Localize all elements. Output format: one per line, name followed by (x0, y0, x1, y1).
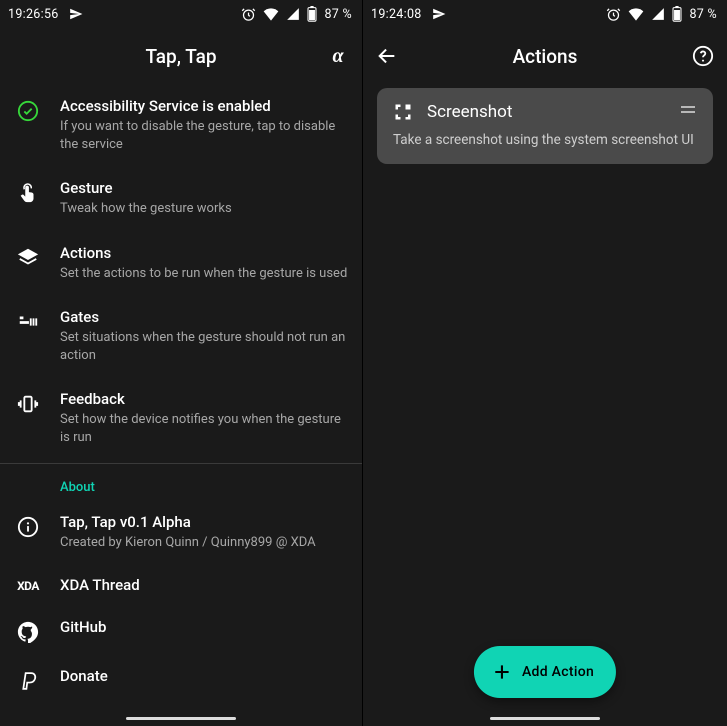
item-title: Gesture (60, 179, 348, 197)
item-sub: Set situations when the gesture should n… (60, 329, 348, 364)
paypal-icon (18, 670, 38, 692)
settings-list: Accessibility Service is enabled If you … (0, 84, 362, 726)
signal-icon (286, 7, 300, 21)
github-icon (17, 621, 39, 643)
status-battery: 87 % (324, 7, 352, 22)
touch-icon (17, 182, 39, 204)
add-action-button[interactable]: Add Action (474, 646, 616, 698)
send-icon (432, 7, 446, 21)
item-gesture[interactable]: Gesture Tweak how the gesture works (0, 166, 362, 231)
item-title: XDA Thread (60, 576, 348, 594)
item-actions[interactable]: Actions Set the actions to be run when t… (0, 231, 362, 296)
gate-icon (17, 311, 39, 333)
check-circle-icon (17, 100, 39, 122)
battery-icon (672, 6, 682, 22)
action-card-screenshot[interactable]: Screenshot Take a screenshot using the s… (377, 88, 713, 164)
alarm-icon (241, 7, 256, 22)
item-title: Donate (60, 667, 348, 685)
status-time: 19:24:08 (371, 7, 422, 22)
battery-icon (307, 6, 317, 22)
divider (0, 463, 362, 464)
card-title: Screenshot (427, 102, 512, 122)
signal-icon (651, 7, 665, 21)
arrow-back-icon (376, 45, 398, 67)
drag-handle-icon[interactable] (681, 106, 695, 113)
nav-indicator[interactable] (490, 717, 600, 720)
fullscreen-exit-icon (393, 102, 413, 122)
status-battery: 87 % (689, 7, 717, 22)
status-bar: 19:26:56 87 % (0, 0, 362, 28)
item-sub: Created by Kieron Quinn / Quinny899 @ XD… (60, 534, 348, 552)
about-label: About (0, 466, 362, 501)
item-title: Gates (60, 308, 348, 326)
help-button[interactable] (679, 45, 727, 67)
item-title: GitHub (60, 618, 348, 636)
item-title: Feedback (60, 390, 348, 408)
wifi-icon (263, 7, 279, 21)
item-github[interactable]: GitHub (0, 606, 362, 655)
settings-screen: 19:26:56 87 % Tap, Tap α Acces (0, 0, 363, 726)
nav-indicator[interactable] (126, 717, 236, 720)
send-icon (69, 7, 83, 21)
item-sub: Set the actions to be run when the gestu… (60, 265, 348, 283)
item-donate[interactable]: Donate (0, 655, 362, 704)
item-feedback[interactable]: Feedback Set how the device notifies you… (0, 377, 362, 459)
layers-icon (17, 247, 39, 269)
plus-icon (492, 662, 512, 682)
status-time: 19:26:56 (8, 7, 59, 22)
item-xda[interactable]: XDA XDA Thread (0, 564, 362, 606)
item-title: Actions (60, 244, 348, 262)
actions-screen: 19:24:08 87 % Actions Screen (363, 0, 727, 726)
app-bar: Tap, Tap α (0, 28, 362, 84)
alpha-icon[interactable]: α (332, 45, 343, 68)
card-sub: Take a screenshot using the system scree… (393, 132, 697, 148)
xda-icon: XDA (17, 579, 39, 593)
item-sub: Set how the device notifies you when the… (60, 411, 348, 446)
fab-label: Add Action (522, 664, 594, 680)
item-title: Tap, Tap v0.1 Alpha (60, 513, 348, 531)
alarm-icon (606, 7, 621, 22)
status-bar: 19:24:08 87 % (363, 0, 727, 28)
wifi-icon (628, 7, 644, 21)
vibration-icon (17, 393, 39, 415)
info-icon (17, 516, 39, 538)
page-title: Tap, Tap (0, 45, 362, 68)
page-title: Actions (363, 45, 727, 68)
item-sub: Tweak how the gesture works (60, 200, 348, 218)
help-icon (692, 45, 714, 67)
item-sub: If you want to disable the gesture, tap … (60, 118, 348, 153)
item-gates[interactable]: Gates Set situations when the gesture sh… (0, 295, 362, 377)
back-button[interactable] (363, 45, 411, 67)
item-accessibility[interactable]: Accessibility Service is enabled If you … (0, 84, 362, 166)
app-bar: Actions (363, 28, 727, 84)
item-about-app[interactable]: Tap, Tap v0.1 Alpha Created by Kieron Qu… (0, 501, 362, 564)
item-title: Accessibility Service is enabled (60, 97, 348, 115)
